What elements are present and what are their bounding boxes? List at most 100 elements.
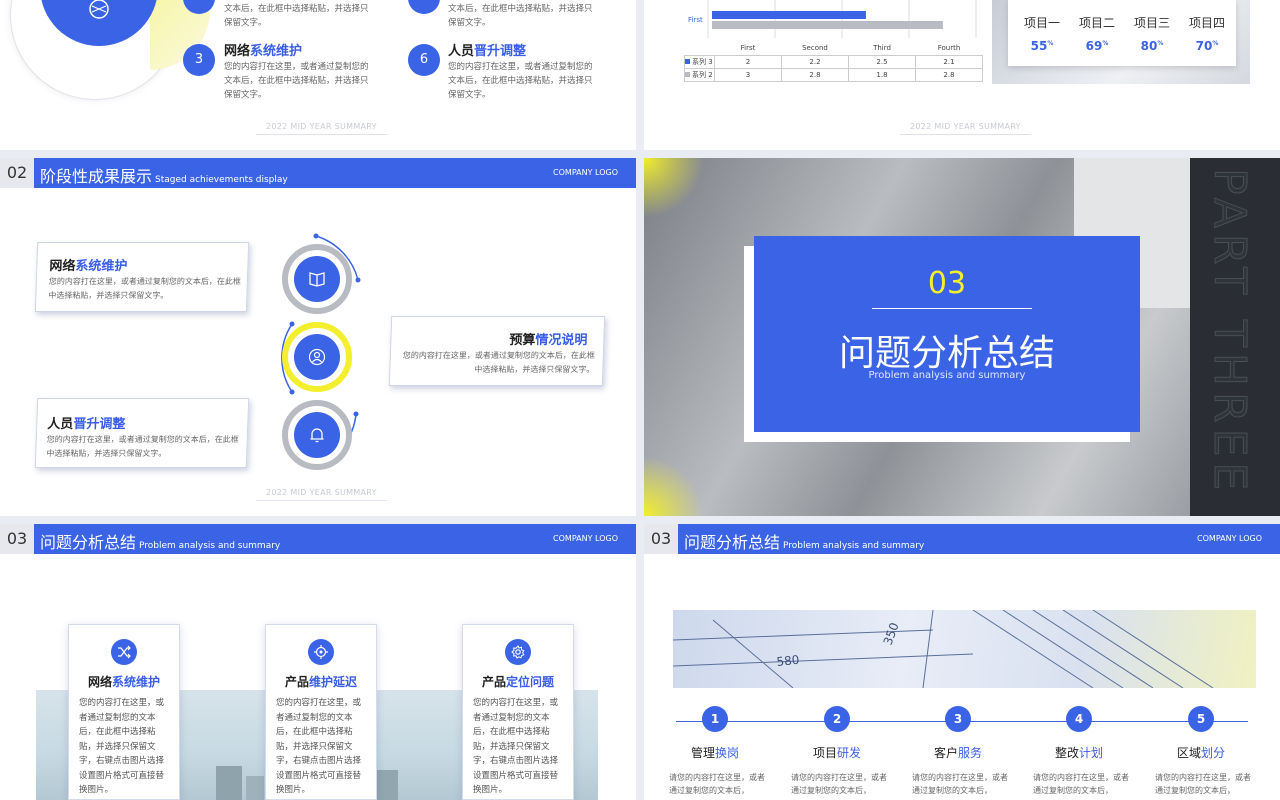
kpi-item: 项目二 69% <box>1071 14 1123 53</box>
item-number-6: 6 <box>408 44 440 76</box>
slide-1[interactable]: 文本后，在此框中选择粘贴，并选择只保留文字。 文本后，在此框中选择粘贴，并选择只… <box>0 0 636 150</box>
kpi-name: 项目二 <box>1078 16 1115 30</box>
info-card: 预算情况说明 您的内容打在这里，或者通过复制您的文本后，在此框中选择粘贴，并选择… <box>388 316 606 386</box>
kpi-name: 项目三 <box>1133 16 1170 30</box>
card-body: 您的内容打在这里，或者通过复制您的文本后，在此框中选择粘贴，并选择只保留文字。 <box>46 435 239 458</box>
table-header: Third <box>873 44 891 53</box>
card-body: 您的内容打在这里，或者通过复制您的文本后，在此框中选择粘贴，并选择只保留文字。 <box>48 277 241 300</box>
icon-ring <box>282 400 352 470</box>
kpi-value: 80% <box>1140 39 1164 53</box>
slide-4[interactable]: PART THREE 03 问题分析总结 Problem analysis an… <box>644 158 1280 516</box>
item-body: 您的内容打在这里，或者通过复制您的文本后，在此框中选择粘贴，并选择只保留文字。 <box>224 62 369 100</box>
card-title: 预算情况说明 <box>509 333 588 348</box>
timeline-step: 2 项目研发 请您的内容打在这里，或者通过复制您的文本后， <box>787 706 887 797</box>
table-cell: 2.5 <box>848 54 916 69</box>
card-title: 产品维护延迟 <box>284 675 358 689</box>
table-row: 系列 3 2 2.2 2.5 2.1 <box>684 54 983 69</box>
slide-6[interactable]: 03 问题分析总结 Problem analysis and summary CO… <box>644 524 1280 800</box>
card-body: 您的内容打在这里，或者通过复制您的文本后，在此框中选择粘贴，并选择只保留文字，右… <box>276 698 362 795</box>
building <box>376 770 398 800</box>
info-card: 人员晋升调整 您的内容打在这里，或者通过复制您的文本后，在此框中选择粘贴，并选择… <box>34 398 250 468</box>
kpi-item: 项目三 80% <box>1126 14 1178 53</box>
legend-series-3: 系列 3 <box>692 57 713 66</box>
chart-data-table: First Second Third Fourth 系列 3 2 2.2 2.5… <box>684 42 983 82</box>
table-cell: 2.2 <box>781 54 849 69</box>
info-card: 网络系统维护 您的内容打在这里，或者通过复制您的文本后，在此框中选择粘贴，并选择… <box>34 242 250 312</box>
kpi-card: 项目一 55% 项目二 69% 项目三 80% 项目四 70% <box>1008 0 1236 66</box>
item-body: 您的内容打在这里，或者通过复制您的文本后，在此框中选择粘贴，并选择只保留文字。 <box>448 62 593 100</box>
icon-ring <box>282 244 352 314</box>
table-row: 系列 2 3 2.8 1.8 2.8 <box>684 67 983 82</box>
table-header: Second <box>802 44 828 53</box>
item-number-3: 3 <box>183 44 215 76</box>
blueprint-number: 580 <box>776 653 800 669</box>
timeline-step: 3 客户服务 请您的内容打在这里，或者通过复制您的文本后， <box>908 706 1008 797</box>
step-title: 客户服务 <box>933 746 983 760</box>
divider <box>872 308 1032 309</box>
kpi-value: 55% <box>1030 39 1054 53</box>
slide-title: 问题分析总结 Problem analysis and summary <box>40 533 281 552</box>
slide-header: 03 问题分析总结 Problem analysis and summary CO… <box>644 524 1280 554</box>
step-body: 请您的内容打在这里，或者通过复制您的文本后， <box>669 773 765 795</box>
bar-chart: First <box>688 0 977 38</box>
user-icon <box>308 348 326 366</box>
table-cell: 2.1 <box>915 54 983 69</box>
table-header-row: First Second Third Fourth <box>685 42 983 55</box>
step-body: 请您的内容打在这里，或者通过复制您的文本后， <box>1155 773 1251 795</box>
company-logo: COMPANY LOGO <box>553 534 618 543</box>
yellow-glow <box>644 456 704 516</box>
kpi-name: 项目四 <box>1188 16 1225 30</box>
card-body: 您的内容打在这里，或者通过复制您的文本后，在此框中选择粘贴，并选择只保留文字，右… <box>79 698 165 795</box>
step-number: 3 <box>945 706 971 732</box>
table-cell: 2 <box>714 54 782 69</box>
building <box>216 766 242 800</box>
table-cell: 1.8 <box>848 67 916 82</box>
item-title: 人员晋升调整 <box>448 44 527 59</box>
footer-text: 2022 MID YEAR SUMMARY <box>256 122 387 135</box>
kpi-value: 70% <box>1195 39 1219 53</box>
card-icon-circle <box>308 639 334 665</box>
body-text-fragment: 文本后，在此框中选择粘贴，并选择只保留文字。 <box>448 4 593 28</box>
table-cell: 2.8 <box>915 67 983 82</box>
step-title: 区域划分 <box>1176 746 1226 760</box>
dark-side-panel: PART THREE <box>1190 158 1280 516</box>
step-body: 请您的内容打在这里，或者通过复制您的文本后， <box>1033 773 1129 795</box>
topic-card: 网络系统维护 您的内容打在这里，或者通过复制您的文本后，在此框中选择粘贴，并选择… <box>68 624 180 800</box>
category-label-first: First <box>688 16 703 24</box>
card-title: 产品定位问题 <box>481 675 555 689</box>
timeline-step: 1 管理换岗 请您的内容打在这里，或者通过复制您的文本后， <box>665 706 765 797</box>
part-subtitle: Problem analysis and summary <box>868 370 1026 381</box>
blueprint-lines: 580 350 <box>673 610 1214 688</box>
legend-series-2: 系列 2 <box>692 70 713 79</box>
timeline-step: 5 区域划分 请您的内容打在这里，或者通过复制您的文本后， <box>1151 706 1251 797</box>
kpi-item: 项目一 55% <box>1016 14 1068 53</box>
kpi-photo-panel: 项目一 55% 项目二 69% 项目三 80% 项目四 70% <box>992 0 1250 84</box>
kpi-value: 69% <box>1085 39 1109 53</box>
kpi-item: 项目四 70% <box>1181 14 1233 53</box>
card-title: 人员晋升调整 <box>47 417 126 432</box>
step-title: 整改计划 <box>1054 746 1104 760</box>
step-title: 管理换岗 <box>690 746 740 760</box>
card-icon-circle <box>505 639 531 665</box>
globe-icon <box>89 0 109 19</box>
part-title: 问题分析总结 <box>838 333 1055 374</box>
slide-3[interactable]: 02 阶段性成果展示 Staged achievements display CO… <box>0 158 636 516</box>
card-body: 您的内容打在这里，或者通过复制您的文本后，在此框中选择粘贴，并选择只保留文字，右… <box>473 698 559 795</box>
slide-header: 02 阶段性成果展示 Staged achievements display CO… <box>0 158 636 188</box>
table-cell: 2.8 <box>781 67 849 82</box>
footer-text: 2022 MID YEAR SUMMARY <box>900 122 1031 135</box>
slide-title: 问题分析总结 Problem analysis and summary <box>684 533 925 552</box>
book-icon <box>309 272 325 287</box>
bar-series-2-first <box>712 21 943 29</box>
table-header: First <box>740 44 756 53</box>
bell-icon <box>310 428 324 443</box>
step-title: 项目研发 <box>812 746 862 760</box>
blueprint-photo: 580 350 <box>673 610 1256 688</box>
yellow-glow <box>644 158 704 218</box>
slide-header: 03 问题分析总结 Problem analysis and summary CO… <box>0 524 636 554</box>
slide-2[interactable]: First First Second Third Fourth 系列 3 2 2… <box>644 0 1280 150</box>
slide-5[interactable]: 03 问题分析总结 Problem analysis and summary CO… <box>0 524 636 800</box>
section-number: 03 <box>644 524 678 554</box>
timeline-step: 4 整改计划 请您的内容打在这里，或者通过复制您的文本后， <box>1029 706 1129 797</box>
partial-number-circle <box>408 0 440 14</box>
